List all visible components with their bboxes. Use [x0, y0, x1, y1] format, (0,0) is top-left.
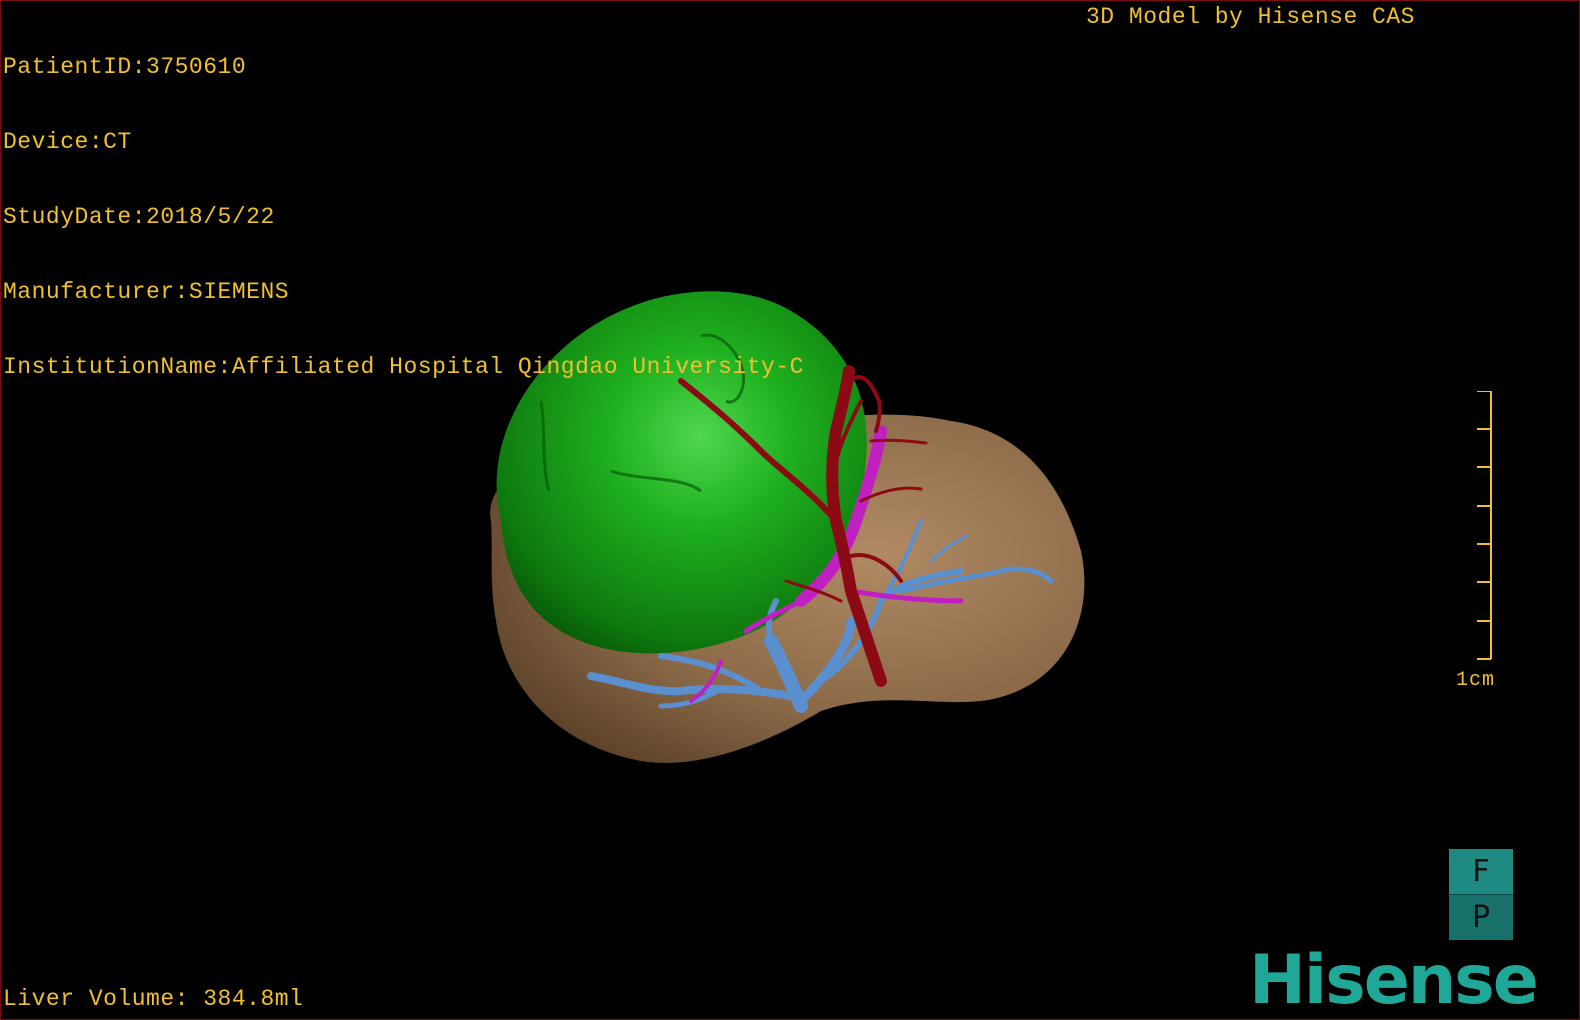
scale-bar: [1477, 391, 1492, 660]
patient-id-text: PatientID:3750610: [3, 54, 247, 80]
device-text: Device:CT: [3, 129, 132, 155]
3d-viewport[interactable]: PatientID:3750610 Device:CT StudyDate:20…: [0, 0, 1580, 1020]
institution-text: InstitutionName:Affiliated Hospital Qing…: [3, 354, 804, 380]
patient-info-overlay: PatientID:3750610 Device:CT StudyDate:20…: [3, 5, 804, 430]
orientation-face-top[interactable]: F: [1449, 849, 1513, 895]
hisense-logo: Hisense: [1249, 941, 1539, 1020]
model-credit-text: 3D Model by Hisense CAS: [1086, 4, 1415, 30]
liver-volume-text: Liver Volume: 384.8ml: [3, 986, 304, 1012]
scale-label: 1cm: [1456, 669, 1496, 692]
manufacturer-text: Manufacturer:SIEMENS: [3, 279, 290, 305]
study-date-text: StudyDate:2018/5/22: [3, 204, 275, 230]
orientation-cube[interactable]: F P: [1449, 849, 1513, 940]
orientation-face-bottom[interactable]: P: [1449, 895, 1513, 940]
